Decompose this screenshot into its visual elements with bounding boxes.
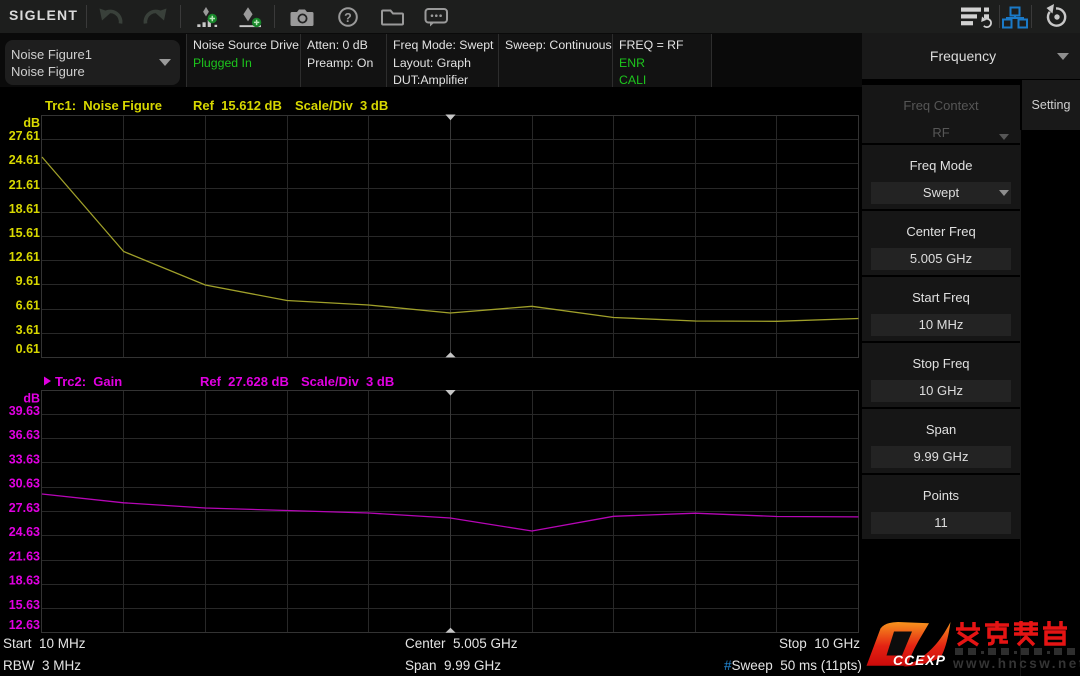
svg-text:27.63: 27.63 bbox=[9, 501, 40, 515]
svg-text:dB: dB bbox=[23, 392, 40, 406]
svg-text:27.61: 27.61 bbox=[9, 129, 40, 143]
svg-text:30.63: 30.63 bbox=[9, 477, 40, 491]
svg-text:Scale/Div 3 dB: Scale/Div 3 dB bbox=[295, 98, 388, 113]
svg-text:15.61: 15.61 bbox=[9, 226, 40, 240]
svg-text:9.61: 9.61 bbox=[16, 274, 40, 288]
svg-text:Trc1: Noise Figure: Trc1: Noise Figure bbox=[45, 98, 162, 113]
svg-text:3.61: 3.61 bbox=[16, 323, 40, 337]
svg-text:24.61: 24.61 bbox=[9, 153, 40, 167]
svg-text:6.61: 6.61 bbox=[16, 299, 40, 313]
svg-text:21.63: 21.63 bbox=[9, 549, 40, 563]
svg-text:18.61: 18.61 bbox=[9, 202, 40, 216]
svg-text:39.63: 39.63 bbox=[9, 404, 40, 418]
svg-text:18.63: 18.63 bbox=[9, 574, 40, 588]
svg-text:12.63: 12.63 bbox=[9, 618, 40, 632]
svg-text:dB: dB bbox=[23, 116, 40, 130]
svg-text:Trc2: Gain: Trc2: Gain bbox=[55, 374, 122, 389]
svg-text:24.63: 24.63 bbox=[9, 525, 40, 539]
svg-text:21.61: 21.61 bbox=[9, 178, 40, 192]
svg-text:Ref 27.628 dB: Ref 27.628 dB bbox=[200, 374, 289, 389]
svg-text:12.61: 12.61 bbox=[9, 250, 40, 264]
svg-text:Ref 15.612 dB: Ref 15.612 dB bbox=[193, 98, 282, 113]
svg-text:0.61: 0.61 bbox=[16, 342, 40, 356]
svg-text:Scale/Div 3 dB: Scale/Div 3 dB bbox=[301, 374, 394, 389]
svg-text:33.63: 33.63 bbox=[9, 452, 40, 466]
svg-text:36.63: 36.63 bbox=[9, 428, 40, 442]
svg-text:15.63: 15.63 bbox=[9, 598, 40, 612]
